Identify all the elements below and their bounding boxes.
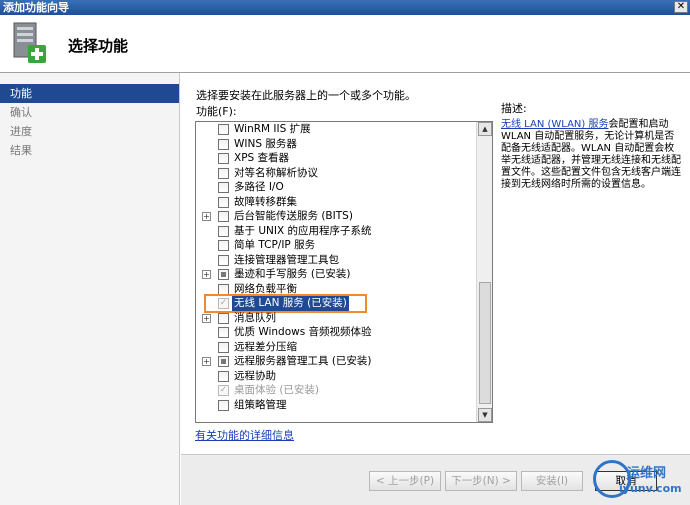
expand-icon[interactable]: + (202, 212, 211, 221)
feature-checkbox[interactable] (218, 211, 229, 222)
feature-row[interactable]: + 后台智能传送服务 (BITS) (196, 209, 476, 224)
feature-checkbox[interactable] (218, 196, 229, 208)
feature-row[interactable]: 对等名称解析协议 (196, 166, 476, 181)
install-button[interactable]: 安装(I) (521, 471, 583, 491)
feature-checkbox[interactable] (218, 356, 229, 367)
watermark-line1: 运维网 (627, 466, 667, 481)
feature-row[interactable]: + 消息队列 (196, 311, 476, 326)
feature-checkbox[interactable] (218, 182, 229, 193)
feature-checkbox[interactable]: ✓ (218, 385, 229, 396)
close-button[interactable]: ✕ (674, 1, 688, 13)
feature-row[interactable]: 故障转移群集 (196, 195, 476, 210)
server-add-icon (13, 22, 46, 63)
feature-checkbox[interactable] (218, 312, 229, 324)
feature-label: 组策略管理 (234, 398, 287, 411)
feature-label: 远程服务器管理工具 (已安装) (234, 355, 372, 367)
nav-step-results[interactable]: 结果 (0, 141, 179, 160)
feature-label: 基于 UNIX 的应用程序子系统 (234, 224, 372, 237)
feature-label: 墨迹和手写服务 (已安装) (234, 268, 351, 280)
window-title: 添加功能向导 (3, 1, 69, 14)
feature-row[interactable]: 基于 UNIX 的应用程序子系统 (196, 224, 476, 239)
scroll-up-button[interactable]: ▲ (478, 122, 492, 136)
wizard-steps-nav: 功能 确认 进度 结果 (0, 73, 180, 505)
feature-row[interactable]: 多路径 I/O (196, 180, 476, 195)
feature-row[interactable]: + 远程服务器管理工具 (已安装) (196, 354, 476, 369)
page-title: 选择功能 (68, 37, 129, 55)
feature-label: 对等名称解析协议 (234, 166, 318, 179)
feature-label: 远程差分压缩 (234, 340, 297, 353)
site-watermark: 运维网 iyunv.com (585, 456, 690, 505)
feature-label: XPS 查看器 (234, 152, 290, 164)
previous-button[interactable]: < 上一步(P) (369, 471, 441, 491)
feature-checkbox[interactable] (218, 269, 229, 280)
feature-checkbox[interactable] (218, 370, 229, 382)
feature-row[interactable]: 组策略管理 (196, 398, 476, 413)
main-content: 选择要安装在此服务器上的一个或多个功能。 功能(F): WinRM IIS 扩展… (181, 73, 690, 454)
feature-row[interactable]: 简单 TCP/IP 服务 (196, 238, 476, 253)
feature-checkbox[interactable] (218, 167, 229, 179)
description-feature-link[interactable]: 无线 LAN (WLAN) 服务 (501, 119, 608, 130)
description-panel: 描述: 无线 LAN (WLAN) 服务会配置和启动 WLAN 自动配置服务，无… (501, 103, 681, 191)
feature-row[interactable]: + 墨迹和手写服务 (已安装) (196, 267, 476, 282)
feature-label: 远程协助 (234, 369, 276, 382)
nav-step-features[interactable]: 功能 (0, 84, 179, 103)
feature-label: 多路径 I/O (234, 181, 284, 193)
feature-row[interactable]: 连接管理器管理工具包 (196, 253, 476, 268)
feature-checkbox[interactable] (218, 225, 229, 237)
feature-row[interactable]: 优质 Windows 音频视频体验 (196, 325, 476, 340)
feature-label: 故障转移群集 (234, 195, 297, 208)
feature-checkbox[interactable] (218, 283, 229, 295)
feature-label: 简单 TCP/IP 服务 (234, 239, 316, 251)
features-label: 功能(F): (196, 105, 237, 118)
scroll-thumb[interactable] (479, 282, 491, 404)
feature-checkbox[interactable] (218, 327, 229, 338)
feature-row[interactable]: ✓ 无线 LAN 服务 (已安装) (196, 294, 476, 313)
feature-label: 消息队列 (234, 311, 276, 324)
feature-label: 优质 Windows 音频视频体验 (234, 326, 372, 338)
next-button[interactable]: 下一步(N) > (445, 471, 517, 491)
feature-checkbox[interactable] (218, 254, 229, 266)
feature-row[interactable]: 远程差分压缩 (196, 340, 476, 355)
instruction-text: 选择要安装在此服务器上的一个或多个功能。 (196, 89, 416, 102)
window-titlebar: 添加功能向导 ✕ (0, 0, 690, 15)
nav-step-confirm[interactable]: 确认 (0, 103, 179, 122)
feature-checkbox[interactable] (218, 138, 229, 150)
description-title: 描述: (501, 102, 527, 115)
feature-checkbox[interactable] (218, 153, 229, 164)
feature-row[interactable]: WinRM IIS 扩展 (196, 122, 476, 137)
features-rows: WinRM IIS 扩展 WINS 服务器 XPS 查看器对等名称解析协议 多路径 I… (196, 122, 476, 412)
feature-checkbox[interactable] (218, 399, 229, 411)
feature-row[interactable]: 远程协助 (196, 369, 476, 384)
wizard-header: 选择功能 (0, 15, 690, 73)
nav-step-progress[interactable]: 进度 (0, 122, 179, 141)
scroll-down-button[interactable]: ▼ (478, 408, 492, 422)
features-list[interactable]: WinRM IIS 扩展 WINS 服务器 XPS 查看器对等名称解析协议 多路径 I… (195, 121, 493, 423)
feature-checkbox[interactable] (218, 240, 229, 251)
feature-label: 桌面体验 (已安装) (234, 384, 320, 396)
feature-label: WinRM IIS 扩展 (234, 123, 311, 135)
expand-icon[interactable]: + (202, 357, 211, 366)
features-scrollbar[interactable]: ▲ ▼ (476, 122, 492, 422)
description-body: 无线 LAN (WLAN) 服务会配置和启动 WLAN 自动配置服务，无论计算机… (501, 119, 681, 191)
feature-label: WINS 服务器 (234, 137, 297, 150)
feature-label: 连接管理器管理工具包 (234, 253, 339, 266)
watermark-line2: iyunv.com (619, 482, 682, 495)
feature-checkbox[interactable] (218, 341, 229, 353)
feature-row[interactable]: ✓ 桌面体验 (已安装) (196, 383, 476, 398)
feature-checkbox[interactable] (218, 124, 229, 135)
expand-icon[interactable]: + (202, 313, 211, 323)
more-info-link[interactable]: 有关功能的详细信息 (195, 427, 294, 443)
feature-row[interactable]: WINS 服务器 (196, 137, 476, 152)
feature-label: 后台智能传送服务 (BITS) (234, 210, 353, 222)
feature-row[interactable]: XPS 查看器 (196, 151, 476, 166)
expand-icon[interactable]: + (202, 270, 211, 279)
